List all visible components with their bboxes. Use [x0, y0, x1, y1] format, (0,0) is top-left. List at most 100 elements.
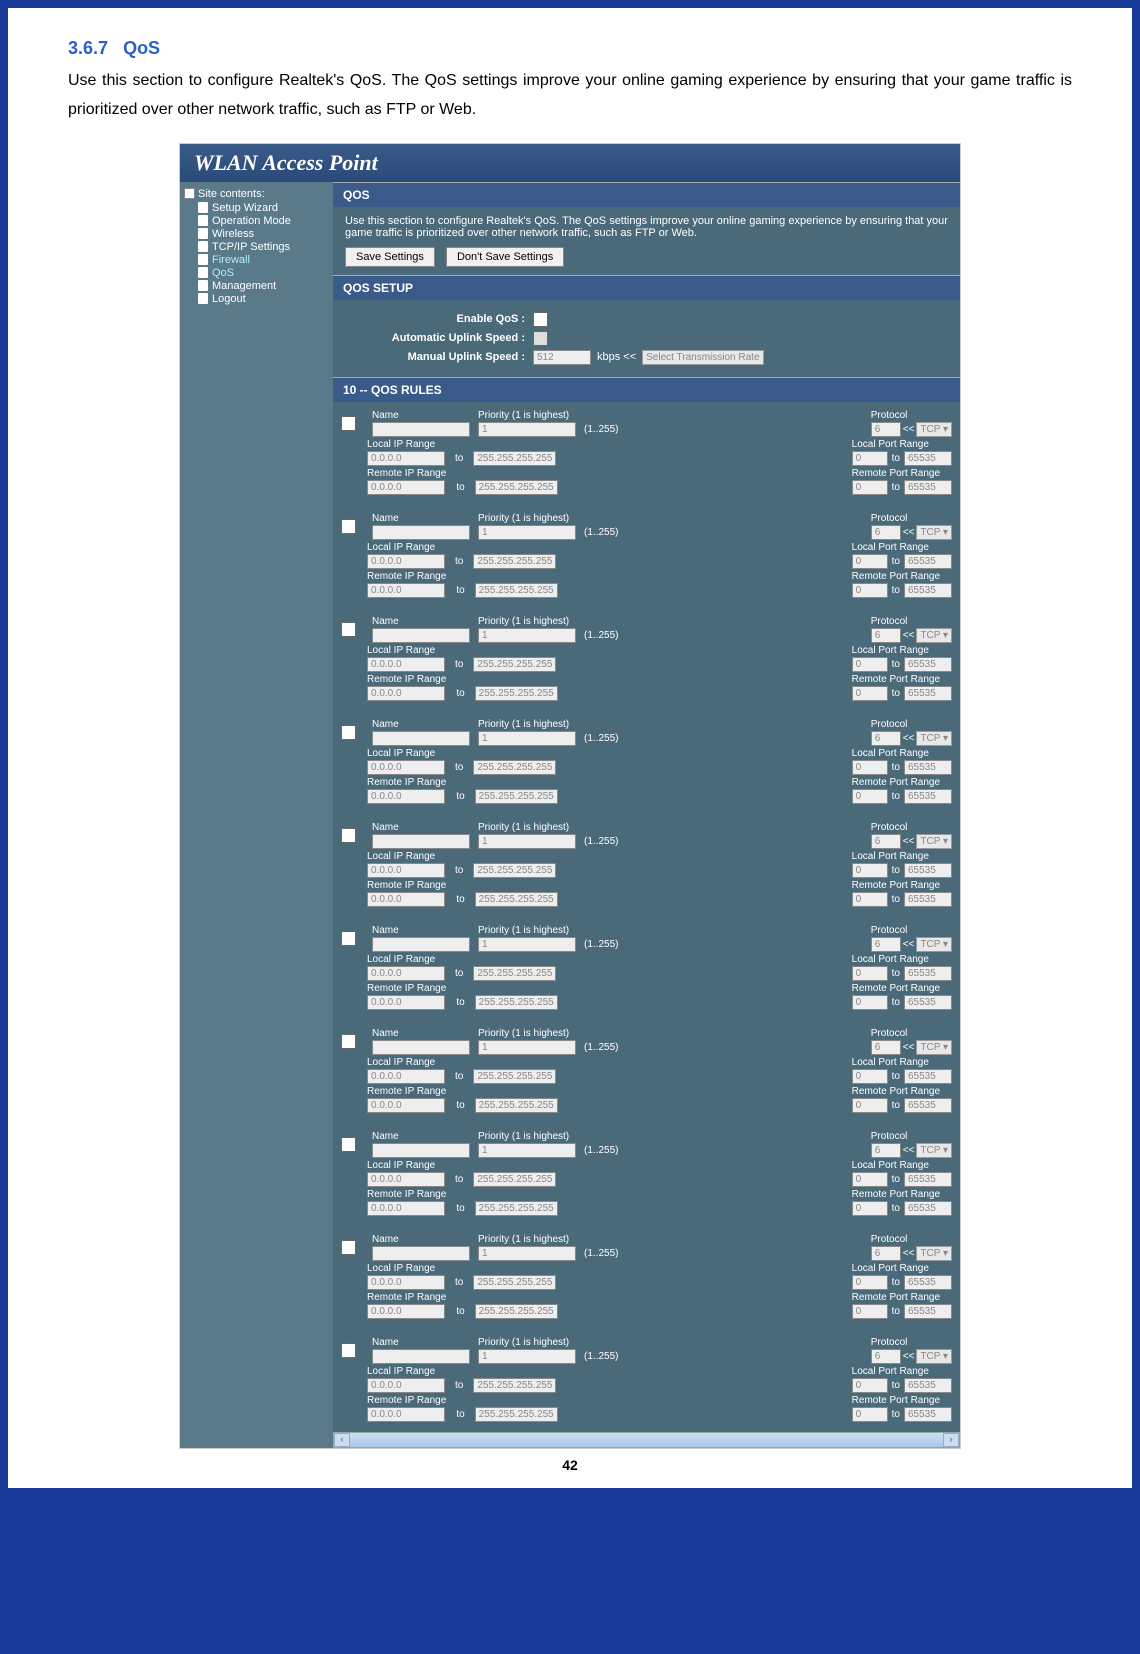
remote-port-from[interactable]: 0 — [852, 892, 888, 907]
local-ip-to[interactable]: 255.255.255.255 — [473, 1378, 556, 1393]
local-ip-to[interactable]: 255.255.255.255 — [473, 554, 556, 569]
enable-qos-checkbox[interactable] — [533, 312, 548, 327]
protocol-num-input[interactable]: 6 — [871, 1040, 901, 1055]
local-port-from[interactable]: 0 — [852, 554, 888, 569]
remote-ip-from[interactable]: 0.0.0.0 — [367, 789, 445, 804]
remote-ip-from[interactable]: 0.0.0.0 — [367, 995, 445, 1010]
local-ip-to[interactable]: 255.255.255.255 — [473, 863, 556, 878]
local-ip-from[interactable]: 0.0.0.0 — [367, 554, 445, 569]
remote-ip-to[interactable]: 255.255.255.255 — [475, 1407, 558, 1422]
remote-ip-from[interactable]: 0.0.0.0 — [367, 1304, 445, 1319]
remote-ip-to[interactable]: 255.255.255.255 — [475, 789, 558, 804]
local-port-to[interactable]: 65535 — [904, 1378, 952, 1393]
remote-port-to[interactable]: 65535 — [904, 1201, 952, 1216]
sidebar-item-tcp-ip-settings[interactable]: TCP/IP Settings — [184, 241, 329, 253]
rule-enable-checkbox[interactable] — [341, 828, 356, 843]
protocol-num-input[interactable]: 6 — [871, 1349, 901, 1364]
save-settings-button[interactable]: Save Settings — [345, 247, 435, 267]
protocol-select[interactable]: TCP ▾ — [916, 834, 952, 849]
rule-enable-checkbox[interactable] — [341, 1137, 356, 1152]
local-port-from[interactable]: 0 — [852, 760, 888, 775]
rule-enable-checkbox[interactable] — [341, 725, 356, 740]
local-port-from[interactable]: 0 — [852, 966, 888, 981]
remote-ip-from[interactable]: 0.0.0.0 — [367, 686, 445, 701]
dont-save-settings-button[interactable]: Don't Save Settings — [446, 247, 564, 267]
sidebar-item-management[interactable]: Management — [184, 280, 329, 292]
local-port-to[interactable]: 65535 — [904, 1172, 952, 1187]
protocol-select[interactable]: TCP ▾ — [916, 937, 952, 952]
auto-uplink-checkbox[interactable] — [533, 331, 548, 346]
rule-name-input[interactable] — [372, 1349, 470, 1364]
protocol-select[interactable]: TCP ▾ — [916, 1349, 952, 1364]
protocol-num-input[interactable]: 6 — [871, 1143, 901, 1158]
remote-port-from[interactable]: 0 — [852, 995, 888, 1010]
local-port-from[interactable]: 0 — [852, 1069, 888, 1084]
remote-ip-from[interactable]: 0.0.0.0 — [367, 892, 445, 907]
remote-ip-to[interactable]: 255.255.255.255 — [475, 583, 558, 598]
local-ip-from[interactable]: 0.0.0.0 — [367, 657, 445, 672]
local-ip-to[interactable]: 255.255.255.255 — [473, 451, 556, 466]
sidebar-item-qos[interactable]: QoS — [184, 267, 329, 279]
local-ip-from[interactable]: 0.0.0.0 — [367, 966, 445, 981]
sidebar-item-setup-wizard[interactable]: Setup Wizard — [184, 202, 329, 214]
remote-port-to[interactable]: 65535 — [904, 1304, 952, 1319]
local-port-to[interactable]: 65535 — [904, 451, 952, 466]
rule-priority-input[interactable]: 1 — [478, 422, 576, 437]
local-port-from[interactable]: 0 — [852, 657, 888, 672]
rule-priority-input[interactable]: 1 — [478, 1246, 576, 1261]
remote-port-to[interactable]: 65535 — [904, 1098, 952, 1113]
local-port-from[interactable]: 0 — [852, 1172, 888, 1187]
protocol-select[interactable]: TCP ▾ — [916, 628, 952, 643]
rule-enable-checkbox[interactable] — [341, 931, 356, 946]
local-ip-from[interactable]: 0.0.0.0 — [367, 1378, 445, 1393]
local-port-to[interactable]: 65535 — [904, 863, 952, 878]
rule-priority-input[interactable]: 1 — [478, 731, 576, 746]
local-ip-to[interactable]: 255.255.255.255 — [473, 1172, 556, 1187]
rule-name-input[interactable] — [372, 1040, 470, 1055]
protocol-select[interactable]: TCP ▾ — [916, 1040, 952, 1055]
remote-port-to[interactable]: 65535 — [904, 995, 952, 1010]
remote-ip-to[interactable]: 255.255.255.255 — [475, 1201, 558, 1216]
local-port-to[interactable]: 65535 — [904, 657, 952, 672]
rule-priority-input[interactable]: 1 — [478, 1040, 576, 1055]
local-port-to[interactable]: 65535 — [904, 554, 952, 569]
remote-port-to[interactable]: 65535 — [904, 892, 952, 907]
remote-port-from[interactable]: 0 — [852, 686, 888, 701]
local-ip-to[interactable]: 255.255.255.255 — [473, 1275, 556, 1290]
remote-port-from[interactable]: 0 — [852, 789, 888, 804]
remote-port-to[interactable]: 65535 — [904, 789, 952, 804]
rule-name-input[interactable] — [372, 422, 470, 437]
remote-port-to[interactable]: 65535 — [904, 583, 952, 598]
rule-name-input[interactable] — [372, 628, 470, 643]
local-ip-to[interactable]: 255.255.255.255 — [473, 1069, 556, 1084]
manual-uplink-input[interactable]: 512 — [533, 350, 591, 365]
local-port-from[interactable]: 0 — [852, 1378, 888, 1393]
remote-ip-to[interactable]: 255.255.255.255 — [475, 1304, 558, 1319]
local-ip-from[interactable]: 0.0.0.0 — [367, 1172, 445, 1187]
remote-ip-from[interactable]: 0.0.0.0 — [367, 480, 445, 495]
protocol-select[interactable]: TCP ▾ — [916, 1143, 952, 1158]
sidebar-item-operation-mode[interactable]: Operation Mode — [184, 215, 329, 227]
rule-priority-input[interactable]: 1 — [478, 937, 576, 952]
remote-ip-to[interactable]: 255.255.255.255 — [475, 995, 558, 1010]
remote-port-to[interactable]: 65535 — [904, 686, 952, 701]
remote-port-to[interactable]: 65535 — [904, 480, 952, 495]
remote-ip-to[interactable]: 255.255.255.255 — [475, 686, 558, 701]
rule-enable-checkbox[interactable] — [341, 416, 356, 431]
local-ip-to[interactable]: 255.255.255.255 — [473, 657, 556, 672]
protocol-select[interactable]: TCP ▾ — [916, 422, 952, 437]
rule-name-input[interactable] — [372, 937, 470, 952]
protocol-num-input[interactable]: 6 — [871, 628, 901, 643]
remote-ip-from[interactable]: 0.0.0.0 — [367, 583, 445, 598]
remote-ip-from[interactable]: 0.0.0.0 — [367, 1201, 445, 1216]
scroll-left-icon[interactable]: ‹ — [334, 1433, 350, 1447]
horizontal-scrollbar[interactable]: ‹ › — [333, 1432, 960, 1448]
local-port-to[interactable]: 65535 — [904, 1069, 952, 1084]
sidebar-item-wireless[interactable]: Wireless — [184, 228, 329, 240]
remote-ip-to[interactable]: 255.255.255.255 — [475, 1098, 558, 1113]
rule-enable-checkbox[interactable] — [341, 1034, 356, 1049]
remote-ip-from[interactable]: 0.0.0.0 — [367, 1098, 445, 1113]
protocol-num-input[interactable]: 6 — [871, 731, 901, 746]
protocol-select[interactable]: TCP ▾ — [916, 525, 952, 540]
rule-enable-checkbox[interactable] — [341, 1343, 356, 1358]
